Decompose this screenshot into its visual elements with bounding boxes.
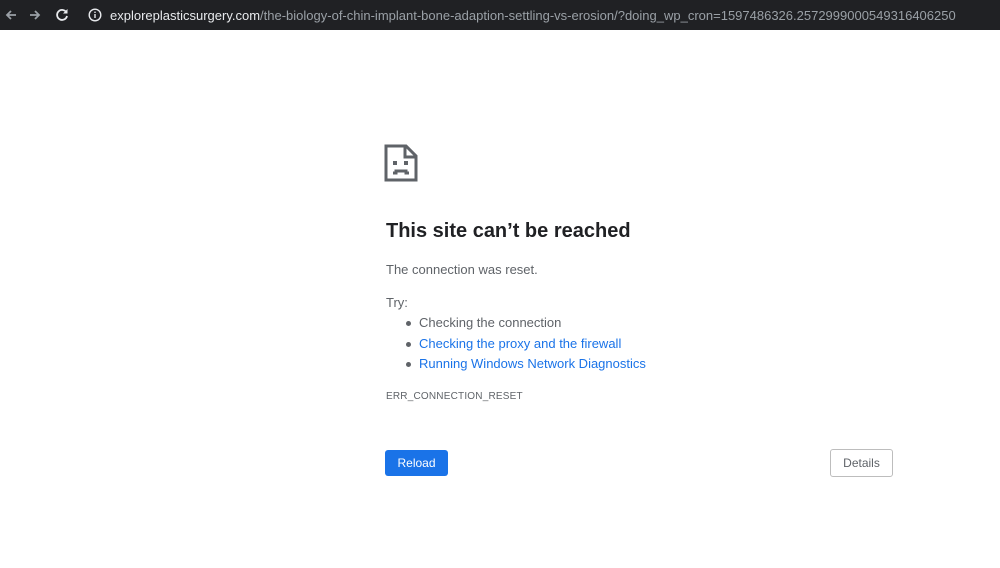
reload-page-button[interactable] [51,4,73,26]
address-bar[interactable]: exploreplasticsurgery.com/the-biology-of… [82,2,1000,28]
url-text[interactable]: exploreplasticsurgery.com/the-biology-of… [110,8,956,23]
forward-button[interactable] [24,4,46,26]
error-title: This site can’t be reached [386,220,631,242]
details-button[interactable]: Details [830,449,893,477]
back-button[interactable] [0,4,22,26]
try-label: Try: [386,295,408,310]
url-path: /the-biology-of-chin-implant-bone-adapti… [260,7,956,23]
url-host: exploreplasticsurgery.com [110,7,261,23]
forward-icon [30,10,41,20]
suggestions-list: Checking the connection Checking the pro… [386,314,646,376]
sad-document-icon [384,144,418,182]
suggestion-network-diagnostics-link[interactable]: Running Windows Network Diagnostics [386,355,646,376]
suggestion-proxy-firewall-link[interactable]: Checking the proxy and the firewall [386,335,646,356]
reload-icon [56,9,68,21]
back-icon [5,10,16,20]
error-code: ERR_CONNECTION_RESET [386,391,523,402]
suggestion-check-connection: Checking the connection [386,314,646,335]
info-icon[interactable] [88,8,102,22]
browser-toolbar: exploreplasticsurgery.com/the-biology-of… [0,0,1000,30]
reload-button[interactable]: Reload [385,450,448,476]
error-description: The connection was reset. [386,262,538,277]
